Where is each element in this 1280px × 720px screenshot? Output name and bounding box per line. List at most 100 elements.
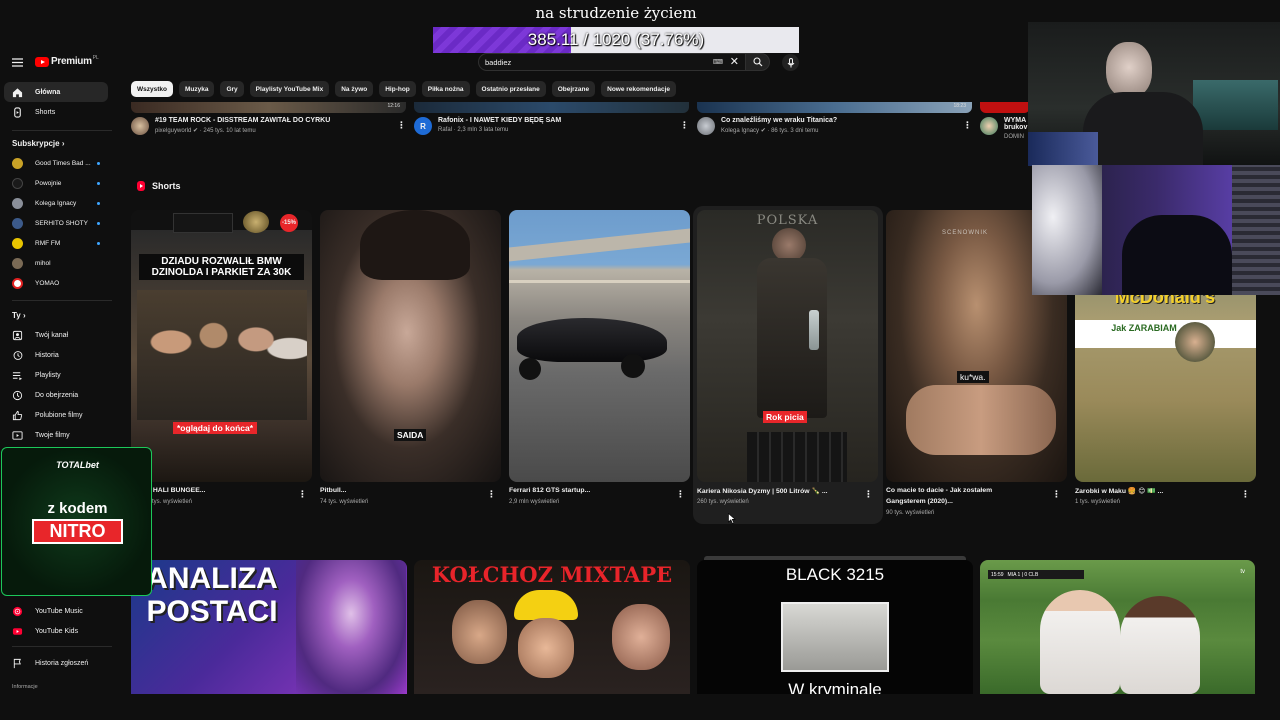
- promo-line-1: z kodem: [47, 500, 108, 517]
- avatar: [12, 237, 23, 249]
- video-card[interactable]: R Rafonix - I NAWET KIEDY BĘDĘ SAM Rafal…: [414, 117, 561, 135]
- short-views: 74 tys. wyświetleń: [320, 499, 369, 505]
- goal-target-amount: / 1020 (37.76%): [578, 30, 705, 49]
- video-card[interactable]: WYMA brukov DOMIN: [980, 117, 1028, 140]
- more-options-icon[interactable]: ⋮: [963, 120, 972, 131]
- sidebar-item-history[interactable]: Historia: [4, 345, 108, 365]
- short-title[interactable]: Zarobki w Maku 🍔 😊 💵 ...: [1075, 487, 1163, 495]
- video-title[interactable]: #19 TEAM ROCK - DISSTREAM ZAWITAŁ DO CYR…: [155, 117, 330, 124]
- video-card[interactable]: #19 TEAM ROCK - DISSTREAM ZAWITAŁ DO CYR…: [131, 117, 330, 135]
- sidebar-sub-mihol[interactable]: mihol: [4, 253, 108, 273]
- subscriptions-header[interactable]: Subskrypcje ›: [12, 139, 64, 148]
- video-thumbnail[interactable]: [414, 102, 689, 113]
- score-bug: 15:59 MIA 1 | 0 CLB: [988, 570, 1084, 579]
- video-thumbnail[interactable]: KOŁCHOZ MIXTAPE: [414, 560, 690, 694]
- short-thumbnail[interactable]: -15% DZIADU ROZWALIŁ BMW DZINOLDA I PARK…: [131, 210, 312, 482]
- video-thumbnail[interactable]: 15:59 MIA 1 | 0 CLB tv: [980, 560, 1255, 694]
- sidebar-item-your-channel[interactable]: Twój kanał: [4, 325, 108, 345]
- sidebar-sub-rmf-fm[interactable]: RMF FM: [4, 233, 108, 253]
- carport-roof: [509, 228, 690, 262]
- search-icon: [752, 57, 762, 67]
- short-title[interactable]: Ferrari 812 GTS startup...: [509, 487, 590, 494]
- short-overlay-text: SAIDA: [394, 429, 427, 441]
- sidebar-item-shorts[interactable]: Shorts: [4, 102, 108, 122]
- short-title[interactable]: TY NA HALI BUNGEE...: [131, 487, 291, 494]
- voice-search-button[interactable]: [782, 54, 799, 71]
- search-input[interactable]: baddiez ⌨ ✕: [478, 53, 746, 71]
- channel-name[interactable]: pixelguyworld: [155, 128, 191, 134]
- sidebar-item-liked[interactable]: Polubione filmy: [4, 405, 108, 425]
- sidebar-sub-powojnie[interactable]: Powojnie: [4, 173, 108, 193]
- chip-live[interactable]: Na żywo: [335, 81, 374, 97]
- chip-new-recommendations[interactable]: Nowe rekomendacje: [601, 81, 676, 97]
- crate-image: [747, 432, 847, 482]
- sidebar-item-label: YouTube Music: [35, 607, 83, 615]
- chip-recent[interactable]: Ostatnio przesłane: [475, 81, 546, 97]
- channel-name[interactable]: Rafal: [438, 127, 452, 133]
- video-title[interactable]: Co znaleźliśmy we wraku Titanica?: [721, 117, 837, 124]
- new-content-dot: [97, 221, 100, 225]
- sidebar-sub-yomao[interactable]: YOMAO: [4, 273, 108, 293]
- video-thumbnail[interactable]: 12:16: [131, 102, 406, 113]
- new-content-dot: [97, 181, 100, 185]
- sidebar-item-youtube-kids[interactable]: YouTube Kids: [4, 621, 108, 641]
- sidebar-sub-kolega-ignacy[interactable]: Kolega Ignacy: [4, 193, 108, 213]
- chip-mix[interactable]: Playlisty YouTube Mix: [249, 81, 330, 97]
- sidebar-info-link[interactable]: Informacje: [4, 682, 108, 692]
- video-thumbnail[interactable]: [980, 102, 1030, 113]
- video-meta: 86 tys. 3 dni temu: [771, 128, 819, 134]
- more-options-icon[interactable]: ⋮: [1241, 489, 1250, 500]
- sidebar-sub-serhito[interactable]: SERHITO SHOTY: [4, 213, 108, 233]
- short-thumbnail[interactable]: [509, 210, 690, 482]
- sidebar-sub-good-times[interactable]: Good Times Bad ...: [4, 153, 108, 173]
- youtube-premium-logo[interactable]: Premium PL: [35, 55, 99, 67]
- more-options-icon[interactable]: ⋮: [680, 120, 689, 131]
- more-options-icon[interactable]: ⋮: [676, 489, 685, 500]
- keyboard-icon[interactable]: ⌨: [713, 58, 723, 66]
- avatar: [131, 117, 149, 135]
- video-thumbnail[interactable]: 18:23: [697, 102, 972, 113]
- sidebar-item-home[interactable]: Główna: [4, 82, 108, 102]
- search-value: baddiez: [485, 57, 512, 67]
- you-header[interactable]: Ty ›: [12, 311, 26, 320]
- keyboard-light: [1028, 132, 1098, 166]
- chip-all[interactable]: Wszystko: [131, 81, 173, 97]
- sidebar-item-your-videos[interactable]: Twoje filmy: [4, 425, 108, 445]
- short-title[interactable]: Co macie to dacie - Jak zostałem: [886, 487, 992, 494]
- video-title[interactable]: Rafonix - I NAWET KIEDY BĘDĘ SAM: [438, 117, 561, 124]
- chip-watched[interactable]: Obejrzane: [551, 81, 596, 97]
- video-thumbnail[interactable]: BLACK 3215 W kryminale: [697, 560, 973, 694]
- sidebar-sub-label: SERHITO SHOTY: [35, 219, 88, 227]
- clear-search-icon[interactable]: ✕: [730, 55, 739, 68]
- sidebar-item-report-history[interactable]: Historia zgłoszeń: [4, 653, 108, 673]
- chip-games[interactable]: Gry: [220, 81, 244, 97]
- sidebar-item-playlists[interactable]: Playlisty: [4, 365, 108, 385]
- more-options-icon[interactable]: ⋮: [864, 489, 873, 500]
- more-options-icon[interactable]: ⋮: [397, 120, 406, 131]
- more-options-icon[interactable]: ⋮: [298, 489, 307, 500]
- search-button[interactable]: [746, 53, 770, 71]
- channel-name[interactable]: Kolega Ignacy: [721, 128, 759, 134]
- video-thumbnail[interactable]: ANALIZA POSTACI: [131, 560, 407, 694]
- more-options-icon[interactable]: ⋮: [487, 489, 496, 500]
- match-time: 15:59: [991, 571, 1004, 578]
- chip-hiphop[interactable]: Hip-hop: [379, 81, 416, 97]
- sidebar-item-watch-later[interactable]: Do obejrzenia: [4, 385, 108, 405]
- short-title[interactable]: Kariera Nikosia Dyzmy | 500 Litrów 🍾 ...: [697, 487, 828, 495]
- short-thumbnail[interactable]: POLSKA Rok picia: [697, 210, 878, 482]
- short-title[interactable]: Pitbull...: [320, 487, 346, 494]
- video-card[interactable]: Co znaleźliśmy we wraku Titanica? Kolega…: [697, 117, 837, 135]
- chip-music[interactable]: Muzyka: [178, 81, 215, 97]
- chevron-right-icon: ›: [61, 139, 65, 148]
- channel-name[interactable]: DOMIN: [1004, 134, 1028, 140]
- sidebar-divider: [12, 300, 112, 301]
- short-views: 2,9 mln wyświetleń: [509, 499, 560, 505]
- video-title[interactable]: WYMA: [1004, 117, 1028, 124]
- menu-icon[interactable]: [12, 58, 23, 67]
- chip-football[interactable]: Piłka nożna: [421, 81, 470, 97]
- more-options-icon[interactable]: ⋮: [1052, 489, 1061, 500]
- sidebar-item-label: Historia: [35, 351, 59, 359]
- avatar: [12, 197, 23, 209]
- sidebar-item-youtube-music[interactable]: YouTube Music: [4, 601, 108, 621]
- short-thumbnail[interactable]: SAIDA: [320, 210, 501, 482]
